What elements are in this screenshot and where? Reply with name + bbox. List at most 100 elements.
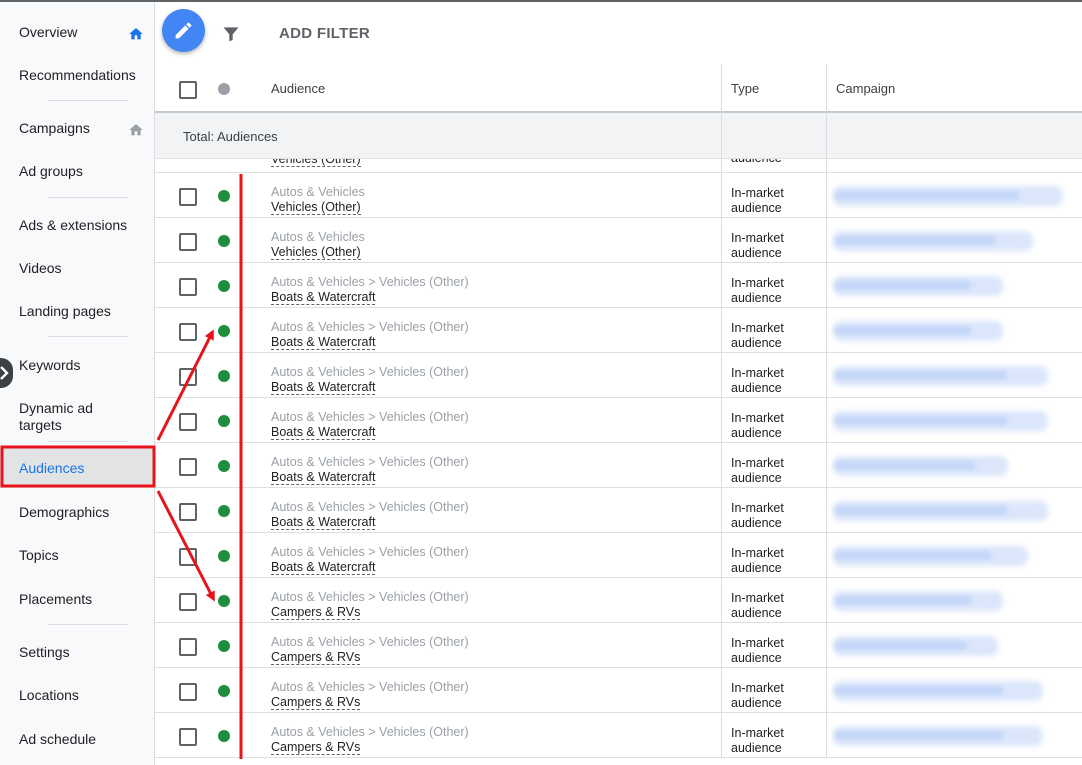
sidebar-item-landing-pages[interactable]: Landing pages (0, 303, 155, 320)
select-all-checkbox[interactable] (179, 81, 197, 99)
sidebar-item-ad-schedule[interactable]: Ad schedule (0, 731, 155, 748)
audience-name[interactable]: Campers & RVs (271, 650, 361, 665)
audience-category: Autos & Vehicles > Vehicles (Other) (271, 545, 469, 559)
audience-name[interactable]: Vehicles (Other) (271, 245, 361, 260)
audience-type: In-market audience (731, 636, 811, 666)
sidebar-item-overview[interactable]: Overview (0, 24, 155, 41)
sidebar-item-ad-groups[interactable]: Ad groups (0, 163, 155, 180)
sidebar-item-audiences[interactable]: Audiences (0, 448, 155, 488)
funnel-icon[interactable] (221, 24, 241, 44)
status-enabled-icon[interactable] (218, 460, 230, 472)
status-enabled-icon[interactable] (218, 235, 230, 247)
audience-category: Autos & Vehicles (271, 185, 365, 199)
row-checkbox[interactable] (179, 413, 197, 431)
sidebar-item-keywords[interactable]: Keywords (0, 357, 155, 374)
sidebar-item-demographics[interactable]: Demographics (0, 504, 155, 521)
column-divider (721, 159, 722, 172)
sidebar-item-ads-extensions[interactable]: Ads & extensions (0, 217, 155, 234)
audience-type: In-market audience (731, 546, 811, 576)
audience-name[interactable]: Vehicles (Other) (271, 200, 361, 215)
audience-category: Autos & Vehicles > Vehicles (Other) (271, 590, 469, 604)
sidebar-item-locations[interactable]: Locations (0, 687, 155, 704)
campaign-name-redacted (835, 641, 967, 650)
column-divider (826, 308, 827, 353)
total-row: Total: Audiences (155, 113, 1082, 159)
edit-button[interactable] (162, 9, 205, 52)
column-divider (826, 218, 827, 263)
column-divider (721, 64, 722, 113)
row-checkbox[interactable] (179, 323, 197, 341)
row-checkbox[interactable] (179, 233, 197, 251)
status-enabled-icon[interactable] (218, 550, 230, 562)
sidebar-item-label: Audiences (19, 460, 85, 476)
audience-name[interactable]: Boats & Watercraft (271, 560, 376, 575)
row-checkbox[interactable] (179, 458, 197, 476)
sidebar-item-label: Landing pages (19, 303, 111, 319)
column-header-campaign[interactable]: Campaign (836, 81, 895, 96)
campaign-name-redacted (835, 506, 1007, 515)
audience-name[interactable]: Campers & RVs (271, 740, 361, 755)
sidebar-item-videos[interactable]: Videos (0, 260, 155, 277)
audience-name[interactable]: Boats & Watercraft (271, 335, 376, 350)
row-checkbox[interactable] (179, 638, 197, 656)
sidebar-item-recommendations[interactable]: Recommendations (0, 67, 155, 84)
status-enabled-icon[interactable] (218, 505, 230, 517)
home-icon (129, 124, 143, 136)
sidebar-item-label: Demographics (19, 504, 110, 520)
row-checkbox[interactable] (179, 593, 197, 611)
audience-name[interactable]: Boats & Watercraft (271, 425, 376, 440)
table-row: Vehicles (Other) audience (155, 159, 1082, 173)
row-checkbox[interactable] (179, 728, 197, 746)
audience-name[interactable]: Boats & Watercraft (271, 290, 376, 305)
audience-name[interactable]: Campers & RVs (271, 695, 361, 710)
sidebar-item-topics[interactable]: Topics (0, 547, 155, 564)
row-checkbox[interactable] (179, 503, 197, 521)
status-enabled-icon[interactable] (218, 685, 230, 697)
row-checkbox[interactable] (179, 278, 197, 296)
row-checkbox[interactable] (179, 683, 197, 701)
audience-name[interactable]: Boats & Watercraft (271, 470, 376, 485)
sidebar-item-label: Videos (19, 260, 62, 276)
sidebar-item-campaigns[interactable]: Campaigns (0, 120, 155, 137)
status-enabled-icon[interactable] (218, 370, 230, 382)
sidebar-item-placements[interactable]: Placements (0, 591, 155, 608)
audience-name[interactable]: Boats & Watercraft (271, 380, 376, 395)
audience-type-line: audience (731, 336, 782, 350)
column-divider (826, 353, 827, 398)
collapse-sidebar-button[interactable] (0, 358, 13, 388)
audience-category: Autos & Vehicles > Vehicles (Other) (271, 680, 469, 694)
audience-type: In-market audience (731, 501, 811, 531)
status-enabled-icon[interactable] (218, 415, 230, 427)
audience-type-line: In-market (731, 726, 784, 740)
sidebar-item-label: Recommendations (19, 67, 136, 83)
column-header-audience[interactable]: Audience (271, 81, 325, 96)
add-filter-button[interactable]: ADD FILTER (279, 25, 370, 42)
column-divider (826, 578, 827, 623)
sidebar-item-label: Settings (19, 644, 70, 660)
sidebar-item-dynamic-ad-targets[interactable]: Dynamic ad targets (0, 400, 155, 434)
table-row: Autos & Vehicles > Vehicles (Other) Campe… (155, 623, 1082, 668)
audience-name[interactable]: Vehicles (Other) (271, 159, 361, 167)
audience-type-line: audience (731, 606, 782, 620)
status-enabled-icon[interactable] (218, 190, 230, 202)
column-divider (826, 64, 827, 113)
status-enabled-icon[interactable] (218, 640, 230, 652)
row-checkbox[interactable] (179, 368, 197, 386)
status-enabled-icon[interactable] (218, 280, 230, 292)
status-enabled-icon[interactable] (218, 595, 230, 607)
audience-name[interactable]: Boats & Watercraft (271, 515, 376, 530)
audience-category: Autos & Vehicles > Vehicles (Other) (271, 500, 469, 514)
status-enabled-icon[interactable] (218, 730, 230, 742)
sidebar-item-settings[interactable]: Settings (0, 644, 155, 661)
campaign-name-redacted (835, 191, 1019, 200)
row-checkbox[interactable] (179, 188, 197, 206)
column-divider (721, 308, 722, 353)
column-header-type[interactable]: Type (731, 81, 759, 96)
row-checkbox[interactable] (179, 548, 197, 566)
audience-type: audience (731, 159, 782, 165)
audience-type-line: audience (731, 426, 782, 440)
sidebar-divider (48, 441, 128, 442)
audience-name[interactable]: Campers & RVs (271, 605, 361, 620)
status-enabled-icon[interactable] (218, 325, 230, 337)
column-divider (721, 668, 722, 713)
